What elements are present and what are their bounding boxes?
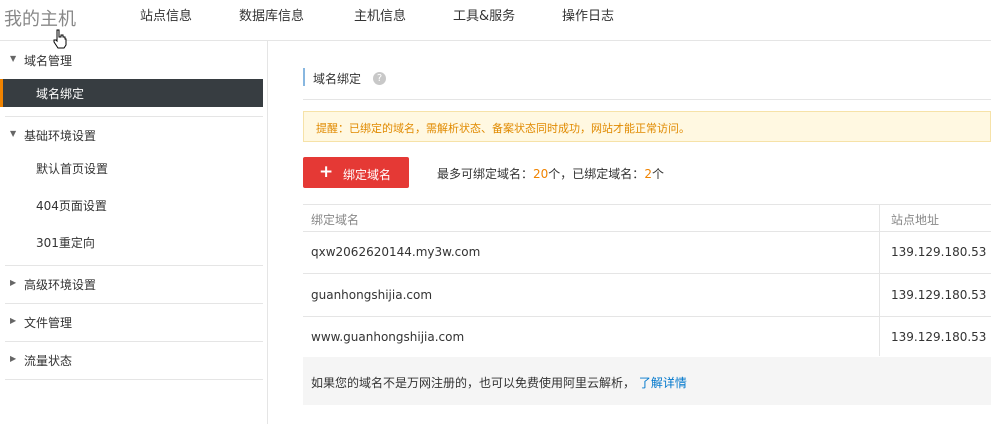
table-header: 绑定域名 站点地址	[303, 204, 991, 232]
domain-cell: www.guanhongshijia.com	[311, 330, 465, 344]
table-row: guanhongshijia.com 139.129.180.53	[303, 274, 991, 317]
sidebar-item-domain-binding[interactable]: 域名绑定	[0, 79, 263, 107]
caret-right-icon: ▶	[10, 316, 17, 325]
learn-more-link[interactable]: 了解详情	[639, 376, 687, 390]
nav-database-info[interactable]: 数据库信息	[239, 5, 304, 24]
quota-middle: 个，已绑定域名：	[548, 167, 645, 181]
quota-bound: 2	[644, 167, 652, 181]
sidebar-group-domain[interactable]: ▼ 域名管理	[0, 50, 263, 72]
site-address-cell: 139.129.180.53	[891, 330, 987, 344]
brand-title[interactable]: 我的主机	[4, 5, 76, 31]
sidebar-group-label: 高级环境设置	[24, 278, 97, 292]
sidebar-divider	[5, 116, 263, 117]
table-footer: 如果您的域名不是万网注册的，也可以免费使用阿里云解析， 了解详情	[303, 357, 991, 405]
quota-prefix: 最多可绑定域名：	[437, 167, 534, 181]
sidebar-item-label: 301重定向	[36, 236, 95, 250]
sidebar-divider	[5, 303, 263, 304]
caret-right-icon: ▶	[10, 278, 17, 287]
page-title-block: 域名绑定	[303, 68, 361, 86]
sidebar-group-label: 域名管理	[24, 54, 73, 68]
nav-tools-services[interactable]: 工具&服务	[453, 5, 515, 24]
sidebar-item-301-redirect[interactable]: 301重定向	[0, 228, 263, 256]
sidebar-item-label: 404页面设置	[36, 199, 107, 213]
sidebar-group-file-management[interactable]: ▶ 文件管理	[0, 312, 263, 334]
title-divider	[303, 99, 991, 100]
caret-down-icon: ▼	[10, 129, 17, 138]
caret-right-icon: ▶	[10, 354, 17, 363]
sidebar-item-label: 域名绑定	[36, 87, 85, 101]
sidebar: ▼ 域名管理 域名绑定 ▼ 基础环境设置 默认首页设置 404页面设置 301重…	[0, 41, 268, 424]
sidebar-group-label: 文件管理	[24, 316, 73, 330]
bind-domain-button[interactable]: + 绑定域名	[303, 157, 409, 188]
plus-icon: +	[319, 162, 334, 182]
quota-max: 20	[533, 167, 549, 181]
sidebar-divider	[5, 265, 263, 266]
column-header-domain: 绑定域名	[311, 213, 360, 227]
nav-host-info[interactable]: 主机信息	[354, 5, 406, 24]
sidebar-group-advanced-env[interactable]: ▶ 高级环境设置	[0, 274, 263, 296]
question-circle-icon[interactable]: ?	[373, 72, 386, 85]
footer-message: 如果您的域名不是万网注册的，也可以免费使用阿里云解析，	[311, 376, 636, 390]
site-address-cell: 139.129.180.53	[891, 288, 987, 302]
bind-domain-button-label: 绑定域名	[343, 168, 392, 182]
column-header-site-address: 站点地址	[891, 213, 940, 227]
domain-cell: guanhongshijia.com	[311, 288, 433, 302]
page-title: 域名绑定	[313, 72, 362, 86]
notice-text: 提醒：已绑定的域名，需解析状态、备案状态同时成功，网站才能正常访问。	[316, 122, 690, 135]
nav-operation-log[interactable]: 操作日志	[562, 5, 614, 24]
quota-suffix: 个	[651, 167, 664, 181]
nav-site-info[interactable]: 站点信息	[140, 5, 192, 24]
sidebar-item-default-home[interactable]: 默认首页设置	[0, 154, 263, 182]
footer-text: 如果您的域名不是万网注册的，也可以免费使用阿里云解析， 了解详情	[311, 374, 687, 391]
sidebar-group-label: 基础环境设置	[24, 129, 97, 143]
sidebar-item-404-page[interactable]: 404页面设置	[0, 191, 263, 219]
sidebar-item-label: 默认首页设置	[36, 162, 109, 176]
caret-down-icon: ▼	[10, 54, 17, 63]
sidebar-group-basic-env[interactable]: ▼ 基础环境设置	[0, 125, 263, 147]
hand-cursor-icon	[53, 29, 67, 49]
sidebar-group-traffic-status[interactable]: ▶ 流量状态	[0, 350, 263, 372]
site-address-cell: 139.129.180.53	[891, 245, 987, 259]
domain-quota: 最多可绑定域名：20个，已绑定域名：2个	[437, 165, 664, 182]
notice-banner: 提醒：已绑定的域名，需解析状态、备案状态同时成功，网站才能正常访问。	[303, 111, 991, 142]
top-nav: 我的主机 站点信息 数据库信息 主机信息 工具&服务 操作日志	[0, 0, 991, 41]
sidebar-group-label: 流量状态	[24, 354, 73, 368]
table-row: qxw2062620144.my3w.com 139.129.180.53	[303, 231, 991, 274]
table-row: www.guanhongshijia.com 139.129.180.53	[303, 316, 991, 359]
domain-cell: qxw2062620144.my3w.com	[311, 245, 481, 259]
sidebar-divider	[5, 379, 263, 380]
sidebar-divider	[5, 341, 263, 342]
